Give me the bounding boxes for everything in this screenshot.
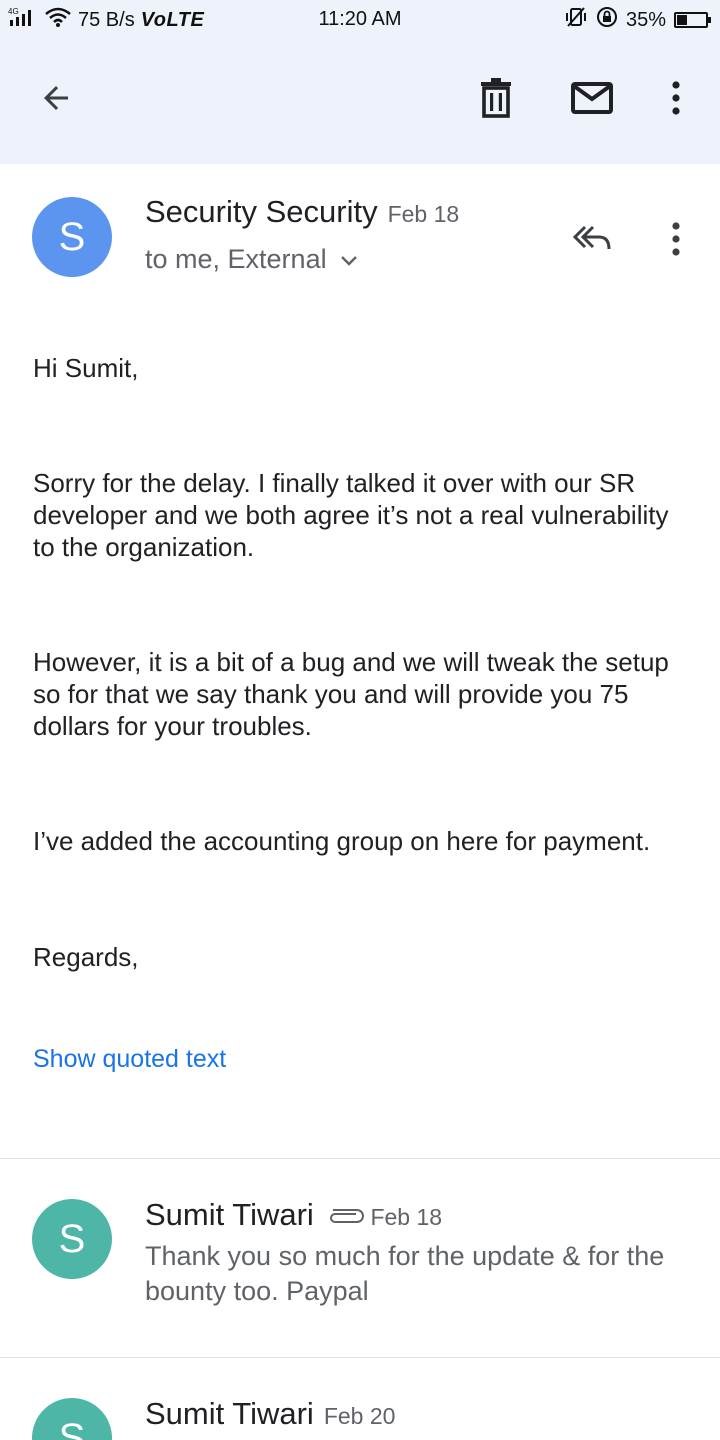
status-right: 35% [564, 6, 711, 34]
sender-line: Sumit Tiwari Feb 18 [145, 1197, 442, 1235]
sender-name: Security Security [145, 194, 378, 229]
body-paragraph-1: Sorry for the delay. I finally talked it… [33, 468, 669, 562]
battery-percent: 35% [625, 8, 666, 31]
message-snippet: Thank you so much for the update & for t… [145, 1241, 665, 1306]
message-date: Feb 18 [387, 201, 460, 227]
sender-line: Sumit Tiwari Feb 20 [145, 1396, 395, 1432]
avatar-letter: S [58, 214, 86, 259]
battery-icon [674, 12, 711, 28]
avatar[interactable]: S [32, 1199, 112, 1279]
avatar-letter: S [58, 1415, 86, 1440]
avatar[interactable]: S [32, 1398, 112, 1440]
thread-item[interactable]: S Sumit Tiwari Feb 20 [0, 1358, 720, 1440]
message-date: Feb 18 [370, 1204, 443, 1230]
app-bar [0, 38, 720, 164]
recipients-toggle[interactable]: to me, External [145, 244, 359, 275]
sender-name: Sumit Tiwari [145, 1197, 314, 1232]
body-signoff: Regards, [33, 942, 139, 972]
body-paragraph-3: I’ve added the accounting group on here … [33, 826, 651, 856]
delete-icon[interactable] [470, 72, 522, 124]
message-more-icon[interactable] [650, 214, 702, 264]
rotation-lock-icon [596, 6, 618, 34]
message-date: Feb 20 [323, 1403, 396, 1429]
chevron-down-icon [339, 244, 359, 275]
mark-unread-icon[interactable] [566, 72, 618, 124]
more-vert-icon[interactable] [650, 72, 702, 124]
sender-line: Security Security Feb 18 [145, 194, 459, 230]
status-bar: 4G 75 B/s VoLTE 11:20 AM 35% [0, 0, 720, 38]
show-quoted-text-link[interactable]: Show quoted text [33, 1045, 226, 1074]
back-arrow-icon[interactable] [30, 72, 82, 124]
thread-item[interactable]: S Sumit Tiwari Feb 18 Thank you so much … [0, 1159, 720, 1357]
attachment-icon [326, 1199, 365, 1235]
avatar[interactable]: S [32, 197, 112, 277]
vibrate-icon [564, 6, 588, 34]
avatar-letter: S [58, 1216, 86, 1261]
body-paragraph-2: However, it is a bit of a bug and we wil… [33, 647, 669, 741]
body-greeting: Hi Sumit, [33, 353, 139, 383]
recipients-text: to me, External [145, 244, 327, 274]
sender-name: Sumit Tiwari [145, 1396, 314, 1431]
message-header[interactable]: S Security Security Feb 18 to me, Externa… [0, 164, 720, 294]
reply-all-icon[interactable] [566, 214, 618, 264]
